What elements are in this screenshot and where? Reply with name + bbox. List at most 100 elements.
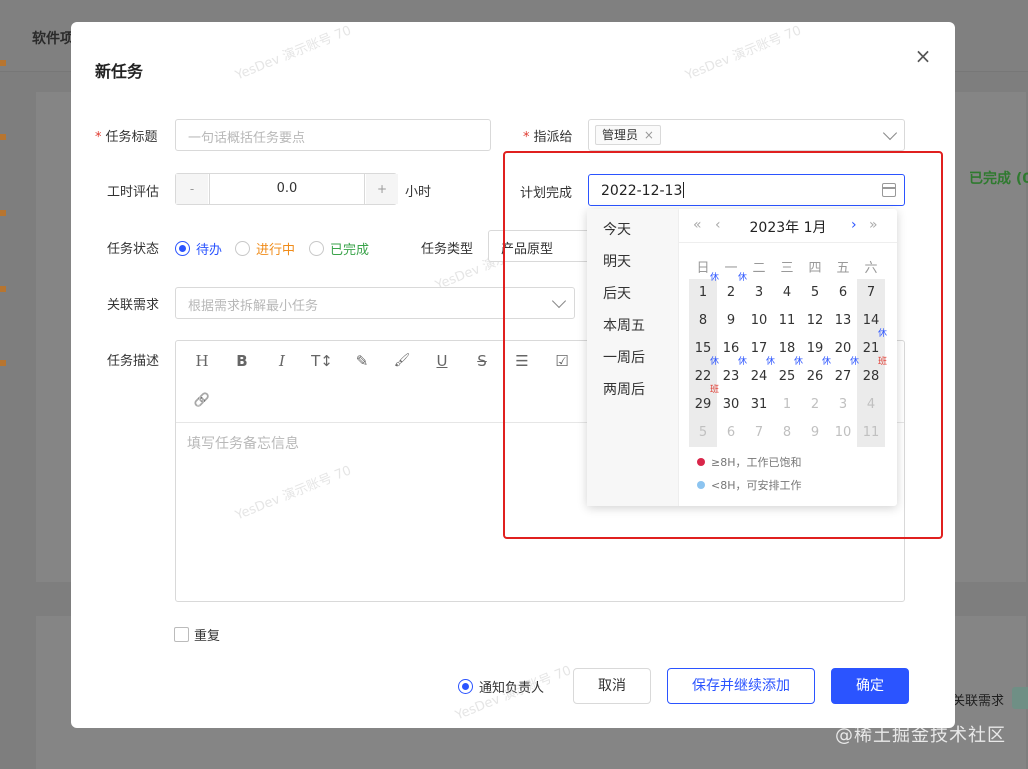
decrement-button[interactable]: - <box>176 174 208 204</box>
calendar-day[interactable]: 9 <box>801 419 829 447</box>
bold-icon[interactable]: B <box>230 349 254 373</box>
next-month-icon[interactable]: › <box>851 217 857 233</box>
legend-available: <8H，可安排工作 <box>697 477 802 493</box>
day-number: 20 <box>834 341 852 356</box>
calendar-day[interactable]: 8 <box>773 419 801 447</box>
status-option-todo[interactable]: 待办 <box>175 239 222 258</box>
radio-checked-icon <box>175 241 190 256</box>
legend-dot-available <box>697 481 705 489</box>
calendar-header: « ‹ 2023年 1月 › » <box>679 209 897 243</box>
task-type-select[interactable]: 产品原型 <box>488 230 592 262</box>
calendar-day[interactable]: 4 <box>773 279 801 307</box>
calendar-day[interactable]: 2 <box>801 391 829 419</box>
close-icon[interactable]: × <box>911 44 935 68</box>
task-title-input[interactable]: 一句话概括任务要点 <box>175 119 491 151</box>
calendar-day[interactable]: 1 <box>773 391 801 419</box>
day-number: 13 <box>834 313 852 328</box>
day-number: 14 <box>862 313 880 328</box>
increment-button[interactable]: + <box>366 174 398 204</box>
tag-close-icon[interactable]: × <box>644 128 654 142</box>
shortcut-day-after[interactable]: 后天 <box>603 283 631 303</box>
calendar-day[interactable]: 6 <box>829 279 857 307</box>
day-number: 31 <box>750 397 768 412</box>
task-title-placeholder: 一句话概括任务要点 <box>188 131 306 146</box>
shortcut-one-week[interactable]: 一周后 <box>603 347 645 367</box>
underline-icon[interactable]: U <box>430 349 454 373</box>
calendar-day[interactable]: 10 <box>829 419 857 447</box>
calendar-day[interactable]: 27 休 <box>829 357 859 391</box>
calendar-day[interactable]: 4 <box>857 391 885 419</box>
calendar-day[interactable]: 23 休 <box>717 357 747 391</box>
font-size-icon[interactable]: T↕ <box>310 349 334 373</box>
estimate-label: 工时评估 <box>107 185 160 200</box>
calendar-day[interactable]: 3 <box>745 279 773 307</box>
calendar-day[interactable]: 5 <box>689 419 717 447</box>
weekday-label: 二 <box>752 261 766 276</box>
calendar-day[interactable]: 6 <box>717 419 745 447</box>
shortcut-tomorrow[interactable]: 明天 <box>603 251 631 271</box>
calendar-day[interactable]: 13 <box>829 307 857 335</box>
repeat-checkbox[interactable] <box>174 627 189 642</box>
day-number: 7 <box>754 425 764 440</box>
cancel-button[interactable]: 取消 <box>573 668 651 704</box>
calendar-day[interactable]: 29 班 <box>689 385 719 419</box>
watermark: YesDev 演示账号 70 <box>683 23 804 84</box>
day-number: 26 <box>806 369 824 384</box>
calendar-day[interactable]: 24 休 <box>745 357 775 391</box>
assignee-select[interactable]: 管理员 × <box>588 119 905 151</box>
status-option-inprogress[interactable]: 进行中 <box>235 239 295 258</box>
day-number: 11 <box>778 313 796 328</box>
shortcut-two-weeks[interactable]: 两周后 <box>603 379 645 399</box>
estimate-stepper[interactable]: - 0.0 + <box>175 173 398 205</box>
calendar-day[interactable]: 28 班 <box>857 357 887 391</box>
month-title: 2023年 1月 <box>749 220 827 236</box>
task-type-label: 任务类型 <box>421 242 474 257</box>
day-number: 9 <box>810 425 820 440</box>
heading-icon[interactable]: H <box>190 349 214 373</box>
day-number: 18 <box>778 341 796 356</box>
calendar-day[interactable]: 2休 <box>717 273 747 307</box>
calendar-day[interactable]: 10 <box>745 307 773 335</box>
calendar-day[interactable]: 5 <box>801 279 829 307</box>
calendar-day[interactable]: 8 <box>689 307 717 335</box>
related-placeholder: 根据需求拆解最小任务 <box>188 299 319 314</box>
shortcut-this-friday[interactable]: 本周五 <box>603 315 645 335</box>
highlight-icon[interactable]: ✎ <box>350 349 374 373</box>
watermark: YesDev 演示账号 70 <box>233 23 354 84</box>
day-number: 2 <box>726 285 736 300</box>
calendar-day[interactable]: 3 <box>829 391 857 419</box>
notify-owner-option[interactable]: 通知负责人 <box>458 677 544 696</box>
brush-icon[interactable]: 🖌 <box>390 349 414 373</box>
day-number: 5 <box>810 285 820 300</box>
calendar-day[interactable]: 9 <box>717 307 745 335</box>
chevron-down-icon <box>882 125 898 141</box>
status-option-done[interactable]: 已完成 <box>309 239 369 258</box>
calendar-day[interactable]: 12 <box>801 307 829 335</box>
calendar-day[interactable]: 30 <box>717 391 745 419</box>
strikethrough-icon[interactable]: S <box>470 349 494 373</box>
calendar-day[interactable]: 7 <box>745 419 773 447</box>
calendar-icon[interactable] <box>882 183 896 197</box>
link-icon[interactable]: 🔗 <box>190 389 214 413</box>
save-continue-button[interactable]: 保存并继续添加 <box>667 668 815 704</box>
plan-finish-date-input[interactable]: 2022-12-13 <box>588 174 905 206</box>
calendar-day[interactable]: 11 <box>857 419 885 447</box>
day-number: 19 <box>806 341 824 356</box>
list-icon[interactable]: ☰ <box>510 349 534 373</box>
shortcut-today[interactable]: 今天 <box>603 219 631 239</box>
ok-button[interactable]: 确定 <box>831 668 909 704</box>
calendar-day[interactable]: 25 休 <box>773 357 803 391</box>
next-year-icon[interactable]: » <box>869 217 878 233</box>
checkbox-icon[interactable]: ☑ <box>550 349 574 373</box>
calendar-day[interactable]: 7 <box>857 279 885 307</box>
date-shortcuts: 今天 明天 后天 本周五 一周后 两周后 <box>587 209 679 506</box>
calendar-day[interactable]: 11 <box>773 307 801 335</box>
italic-icon[interactable]: I <box>270 349 294 373</box>
day-number: 10 <box>750 313 768 328</box>
modal-title: 新任务 <box>95 62 144 81</box>
related-select[interactable]: 根据需求拆解最小任务 <box>175 287 575 319</box>
calendar-day[interactable]: 1休 <box>689 273 719 307</box>
calendar-day[interactable]: 26 休 <box>801 357 831 391</box>
calendar-day[interactable]: 31 <box>745 391 773 419</box>
estimate-value[interactable]: 0.0 <box>209 174 365 204</box>
